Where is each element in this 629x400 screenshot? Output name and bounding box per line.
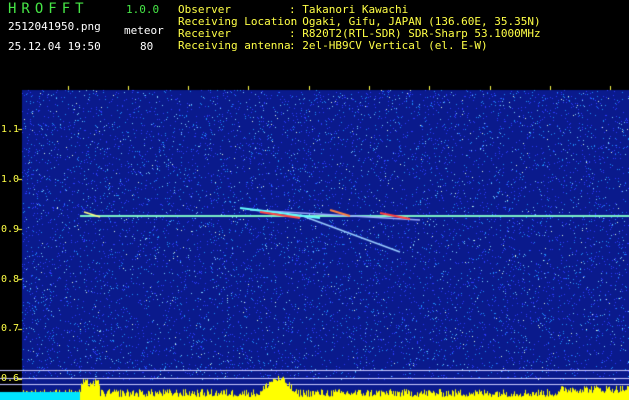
header-panel: HROFFT 1.0.0 2512041950.png 25.12.04 19:…: [0, 0, 629, 70]
app-title: HROFFT: [8, 1, 89, 17]
timestamp: 25.12.04 19:50: [8, 40, 101, 53]
y-tick-label: 0.7: [1, 323, 20, 334]
y-tick-label: 0.9: [1, 224, 20, 235]
y-tick-label: 0.8: [1, 274, 20, 285]
y-tick-label: 1.0: [1, 174, 20, 185]
y-tick-label: 0.6: [1, 373, 20, 384]
info-value-antenna: : 2el-HB9CV Vertical (el. E-W): [289, 39, 488, 52]
app-version: 1.0.0: [126, 3, 160, 16]
event-count: 80: [140, 40, 154, 53]
y-tick-label: 1.1: [1, 124, 20, 135]
spectrogram-canvas: [0, 70, 629, 400]
filename: 2512041950.png: [8, 20, 101, 33]
mode-label: meteor: [124, 24, 164, 37]
info-label-antenna: Receiving antenna: [178, 39, 291, 52]
spectrogram-area: [0, 70, 629, 400]
